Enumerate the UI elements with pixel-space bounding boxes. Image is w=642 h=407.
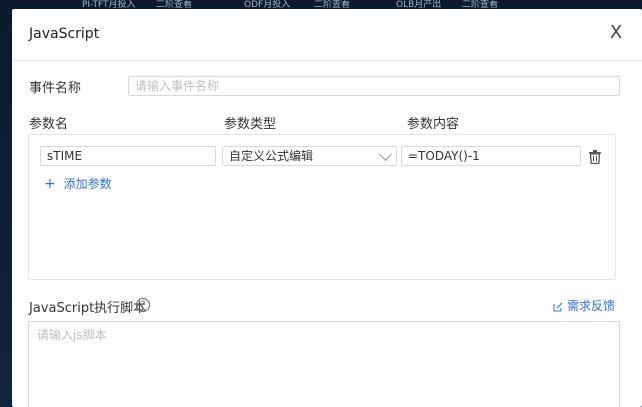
add-param-button[interactable]: + 添加参数 (44, 175, 112, 192)
param-type-value: 自定义公式编辑 (229, 149, 314, 163)
javascript-dialog: JavaScript X 事件名称 请输入事件名称 参数名 参数类型 参数内容 … (12, 9, 642, 407)
param-content-input[interactable]: =TODAY()-1 (401, 146, 581, 166)
plus-icon: + (44, 176, 56, 192)
event-name-label: 事件名称 (29, 81, 82, 96)
feedback-link[interactable]: 需求反馈 (553, 297, 615, 314)
dialog-header: JavaScript X (12, 9, 642, 61)
param-type-select[interactable]: 自定义公式编辑 (222, 146, 397, 166)
background-left-edge (0, 0, 12, 407)
param-name-header: 参数名 (29, 117, 69, 132)
dialog-title: JavaScript (29, 26, 100, 42)
chevron-down-icon (379, 148, 392, 161)
close-icon[interactable]: X (606, 23, 626, 43)
add-param-label: 添加参数 (63, 177, 112, 191)
script-label: JavaScript执行脚本 (29, 301, 147, 316)
script-textarea[interactable]: 请输入js脚本 (28, 321, 620, 407)
feedback-label: 需求反馈 (567, 299, 616, 313)
param-type-header: 参数类型 (224, 117, 277, 132)
param-name-input[interactable]: sTIME (40, 146, 216, 166)
help-icon[interactable]: ? (136, 298, 150, 312)
event-name-input[interactable]: 请输入事件名称 (128, 76, 620, 96)
edit-icon (553, 302, 563, 312)
param-content-header: 参数内容 (407, 117, 460, 132)
delete-icon[interactable] (589, 150, 601, 164)
